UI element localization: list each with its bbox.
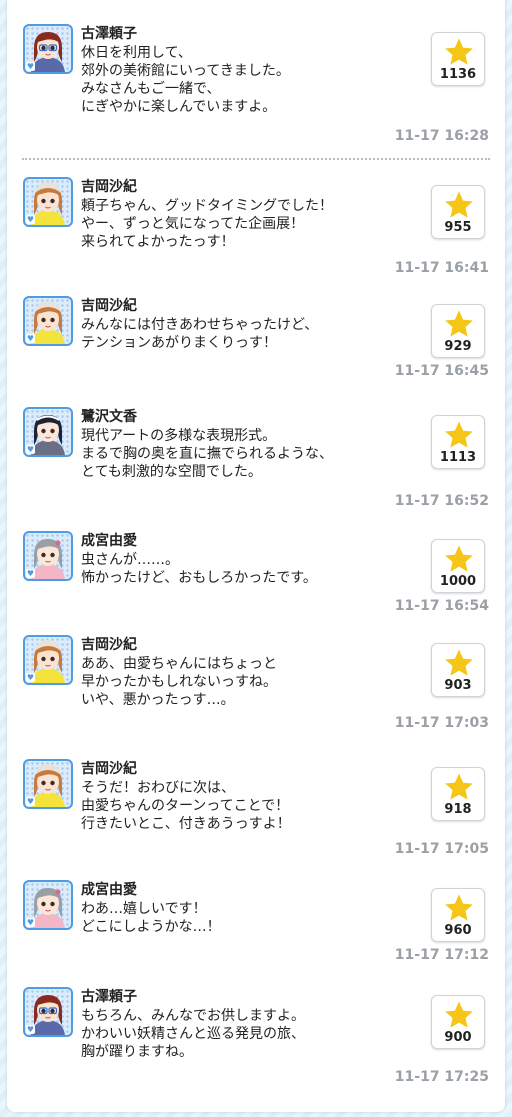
avatar[interactable]: ♥: [23, 635, 73, 685]
avatar[interactable]: ♥: [23, 987, 73, 1037]
post-timestamp: 11-17 17:25: [394, 1069, 489, 1085]
post-timestamp: 11-17 16:41: [394, 260, 489, 276]
post-message: そうだ！おわびに次は、 由愛ちゃんのターンってことで！ 行きたいとこ、付きあうっ…: [81, 780, 291, 832]
avatar[interactable]: ♥: [23, 296, 73, 346]
like-button[interactable]: 1113: [431, 415, 485, 469]
heart-icon: ♥: [26, 334, 35, 343]
star-icon: [445, 310, 473, 337]
post-timestamp: 11-17 17:03: [394, 715, 489, 731]
heart-icon: ♥: [26, 445, 35, 454]
poster-name: 古澤頼子: [81, 26, 137, 42]
star-icon: [445, 649, 473, 676]
heart-icon: ♥: [26, 797, 35, 806]
like-count: 929: [444, 339, 472, 354]
star-icon: [445, 38, 473, 65]
post-message: 現代アートの多様な表現形式。 まるで胸の奥を直に撫でられるような、 とても刺激的…: [81, 428, 333, 480]
heart-icon: ♥: [26, 62, 35, 71]
post-message: 休日を利用して、 郊外の美術館にいってきました。 みなさんもご一緒で、 にぎやか…: [81, 45, 290, 115]
like-button[interactable]: 929: [431, 304, 485, 358]
avatar[interactable]: ♥: [23, 24, 73, 74]
post-message: 頼子ちゃん、グッドタイミングでした！ やー、ずっと気になってた企画展！ 来られて…: [81, 198, 333, 250]
like-count: 918: [444, 802, 472, 817]
like-count: 903: [444, 678, 472, 693]
post-timestamp: 11-17 16:28: [394, 128, 489, 144]
post-timestamp: 11-17 16:45: [394, 363, 489, 379]
like-count: 1136: [439, 67, 477, 82]
avatar[interactable]: ♥: [23, 177, 73, 227]
post-timestamp: 11-17 16:54: [394, 598, 489, 614]
heart-icon: ♥: [26, 918, 35, 927]
like-count: 1113: [439, 450, 477, 465]
like-button[interactable]: 955: [431, 185, 485, 239]
like-button[interactable]: 960: [431, 888, 485, 942]
post-message: 虫さんが……。 怖かったけど、おもしろかったです。: [81, 552, 317, 586]
avatar[interactable]: ♥: [23, 407, 73, 457]
poster-name: 鷺沢文香: [81, 409, 137, 425]
avatar[interactable]: ♥: [23, 759, 73, 809]
post-message: もちろん、みんなでお供しますよ。 かわいい妖精さんと巡る発見の旅、 胸が躍ります…: [81, 1008, 305, 1060]
post-message: わあ…嬉しいです！ どこにしようかな…！: [81, 901, 221, 935]
poster-name: 成宮由愛: [81, 882, 137, 898]
star-icon: [445, 421, 473, 448]
post-feed: ♥ 古澤頼子 休日を利用して、 郊外の美術館にいってきました。 みなさんもご一緒…: [7, 0, 505, 1112]
poster-name: 吉岡沙紀: [81, 179, 137, 195]
like-button[interactable]: 900: [431, 995, 485, 1049]
avatar[interactable]: ♥: [23, 880, 73, 930]
like-button[interactable]: 1136: [431, 32, 485, 86]
heart-icon: ♥: [26, 569, 35, 578]
poster-name: 吉岡沙紀: [81, 298, 137, 314]
poster-name: 吉岡沙紀: [81, 761, 137, 777]
avatar[interactable]: ♥: [23, 531, 73, 581]
post-message: ああ、由愛ちゃんにはちょっと 早かったかもしれないっすね。 いや、悪かったっす……: [81, 656, 277, 708]
like-button[interactable]: 903: [431, 643, 485, 697]
like-count: 1000: [439, 574, 477, 589]
star-icon: [445, 1001, 473, 1028]
heart-icon: ♥: [26, 215, 35, 224]
star-icon: [445, 545, 473, 572]
poster-name: 吉岡沙紀: [81, 637, 137, 653]
post-divider: [22, 158, 490, 160]
star-icon: [445, 894, 473, 921]
heart-icon: ♥: [26, 673, 35, 682]
post-timestamp: 11-17 16:52: [394, 493, 489, 509]
poster-name: 成宮由愛: [81, 533, 137, 549]
like-button[interactable]: 918: [431, 767, 485, 821]
star-icon: [445, 191, 473, 218]
like-count: 955: [444, 220, 472, 235]
like-count: 960: [444, 923, 472, 938]
poster-name: 古澤頼子: [81, 989, 137, 1005]
star-icon: [445, 773, 473, 800]
post-timestamp: 11-17 17:05: [394, 841, 489, 857]
post-message: みんなには付きあわせちゃったけど、 テンションあがりまくりっす！: [81, 317, 319, 351]
like-button[interactable]: 1000: [431, 539, 485, 593]
heart-icon: ♥: [26, 1025, 35, 1034]
post-timestamp: 11-17 17:12: [394, 947, 489, 963]
like-count: 900: [444, 1030, 472, 1045]
